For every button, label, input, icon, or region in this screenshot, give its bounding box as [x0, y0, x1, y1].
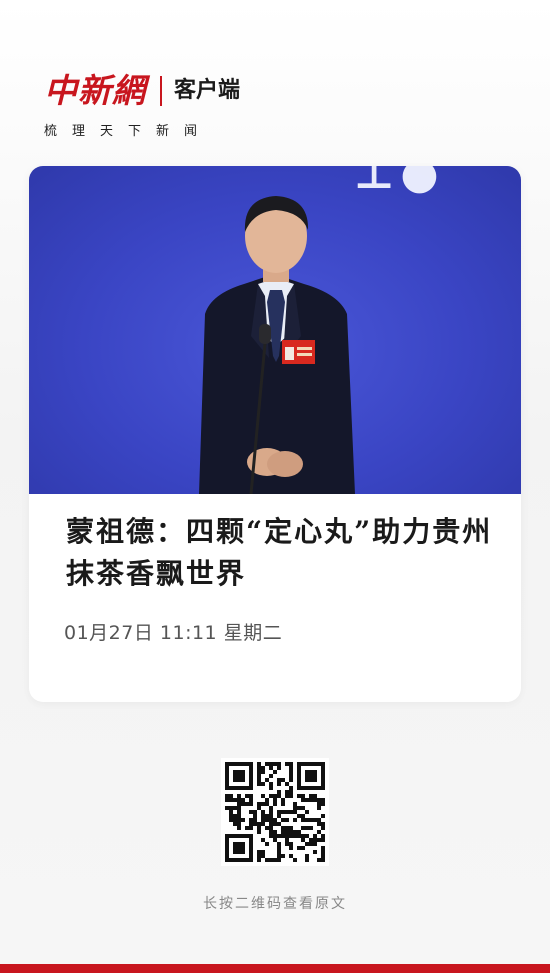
bottom-brand-bar: [0, 964, 550, 973]
logo-row: 中新網 客户端: [44, 68, 344, 114]
logo-divider: [160, 76, 162, 106]
brand-logo: 中新網: [44, 71, 146, 110]
article-photo: ⊥●: [29, 166, 521, 494]
qr-caption: 长按二维码查看原文: [203, 896, 347, 912]
speaker-illustration: [199, 196, 355, 494]
qr-code-graphic: [221, 758, 329, 866]
app-header: 中新網 客户端 梳理天下新闻: [44, 68, 344, 148]
brand-subtitle: 客户端: [174, 78, 241, 103]
article-title[interactable]: 蒙祖德：四颗“定心丸”助力贵州抹茶香飘世界: [66, 511, 496, 595]
tagline: 梳理天下新闻: [44, 124, 213, 139]
article-datetime: 01月27日 11:11 星期二: [64, 622, 283, 644]
qr-code-icon[interactable]: [221, 758, 329, 866]
article-card[interactable]: ⊥● 蒙祖德：四颗“定心丸”助力贵州抹茶香飘世界 01月27日 11:11 星期…: [29, 166, 521, 702]
